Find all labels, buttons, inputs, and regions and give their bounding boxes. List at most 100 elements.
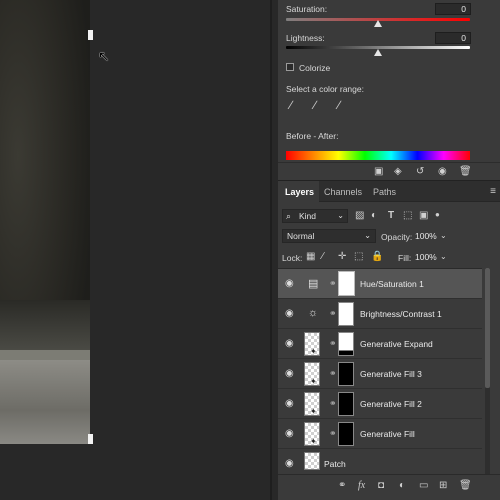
panel-menu-icon[interactable]: ≡: [490, 186, 496, 197]
tab-paths[interactable]: Paths: [373, 187, 396, 197]
layer-row[interactable]: ◉ ✦ ⚭ Generative Fill: [278, 419, 482, 449]
new-layer-icon[interactable]: ⊞: [439, 480, 447, 491]
generative-sparkle-icon: ✦: [310, 347, 317, 356]
opacity-input[interactable]: 100%: [415, 229, 453, 243]
layer-name[interactable]: Generative Fill 2: [360, 399, 422, 409]
layer-thumbnail: ✦: [304, 332, 320, 356]
clip-to-layer-icon[interactable]: ▣: [374, 166, 383, 177]
smart-object-filter-icon[interactable]: ▣: [419, 210, 428, 221]
layers-scrollbar[interactable]: [485, 268, 490, 481]
link-icon[interactable]: ⚭: [329, 338, 337, 349]
layer-thumbnail: ✦: [304, 362, 320, 386]
delete-layer-trash-icon[interactable]: 🗑: [459, 480, 472, 491]
new-adjustment-layer-icon[interactable]: ◐: [399, 480, 405, 491]
eye-icon[interactable]: ◉: [285, 458, 294, 469]
colorize-label: Colorize: [299, 63, 331, 73]
type-filter-icon[interactable]: T: [388, 210, 394, 221]
saturation-input[interactable]: 0: [435, 3, 471, 15]
eyedropper-plus-icon[interactable]: ∕: [314, 98, 316, 112]
fill-chevron-down-icon[interactable]: ⌄: [440, 252, 447, 261]
layer-mask-thumbnail[interactable]: [338, 271, 355, 296]
link-layers-icon[interactable]: ⚭: [338, 480, 346, 491]
layer-name[interactable]: Generative Fill: [360, 429, 415, 439]
lock-position-move-icon[interactable]: ✛: [338, 251, 346, 262]
layer-thumbnail: ✦: [304, 392, 320, 416]
layer-row[interactable]: ◉ ☼ ⚭ Brightness/Contrast 1: [278, 299, 482, 329]
link-icon[interactable]: ⚭: [329, 368, 337, 379]
add-mask-icon[interactable]: ◘: [378, 480, 384, 491]
lock-artboard-icon[interactable]: ⬚: [354, 251, 363, 262]
layer-mask-thumbnail[interactable]: [338, 302, 354, 326]
eye-icon[interactable]: ◉: [285, 428, 294, 439]
after-spectrum: [286, 157, 470, 160]
properties-footer: ▣ ◈ ↺ ◉ 🗑: [278, 162, 500, 180]
link-icon[interactable]: ⚭: [329, 308, 337, 319]
lock-all-icon[interactable]: 🔒: [371, 251, 383, 262]
scrollbar-thumb[interactable]: [485, 268, 490, 388]
layer-name[interactable]: Generative Expand: [360, 339, 433, 349]
layer-name[interactable]: Brightness/Contrast 1: [360, 309, 442, 319]
filter-toggle-icon[interactable]: ●: [435, 210, 440, 219]
brightness-contrast-icon: ☼: [308, 307, 319, 319]
layer-mask-thumbnail[interactable]: [338, 362, 354, 386]
link-icon[interactable]: ⚭: [329, 278, 337, 289]
link-icon[interactable]: ⚭: [329, 428, 337, 439]
layer-row[interactable]: ◉ ✦ ⚭ Generative Fill 2: [278, 389, 482, 419]
chevron-down-icon: ⌄: [337, 211, 344, 220]
tab-layers[interactable]: Layers: [285, 187, 314, 197]
layers-panel: Layers Channels Paths ≡ ⌕ Kind ⌄ ▨ ◐ T ⬚…: [278, 180, 500, 500]
mouse-cursor-icon: ↖: [98, 48, 110, 64]
eyedropper-icon[interactable]: ∕: [290, 98, 292, 112]
saturation-slider-thumb[interactable]: [374, 20, 382, 27]
eye-icon[interactable]: ◉: [285, 368, 294, 379]
tab-channels[interactable]: Channels: [324, 187, 362, 197]
toggle-visibility-eye-icon[interactable]: ◉: [438, 166, 447, 177]
layer-filter-kind-select[interactable]: ⌕ Kind ⌄: [282, 209, 348, 223]
colorize-checkbox[interactable]: [286, 63, 294, 71]
eye-icon[interactable]: ◉: [285, 398, 294, 409]
new-group-folder-icon[interactable]: ▭: [419, 480, 428, 491]
eye-icon[interactable]: ◉: [285, 278, 294, 289]
layer-name[interactable]: Generative Fill 3: [360, 369, 422, 379]
delete-adjustment-trash-icon[interactable]: 🗑: [459, 166, 472, 177]
link-icon[interactable]: ⚭: [329, 398, 337, 409]
opacity-label: Opacity:: [381, 232, 413, 242]
pixel-filter-icon[interactable]: ▨: [355, 210, 364, 221]
layer-name[interactable]: Patch: [324, 459, 346, 469]
lightness-input[interactable]: 0: [435, 32, 471, 44]
layer-thumbnail: [304, 452, 320, 470]
layer-mask-thumbnail[interactable]: [338, 332, 354, 356]
layer-list: ◉ ▤ ⚭ Hue/Saturation 1 ◉ ☼ ⚭ Brightness/…: [278, 268, 482, 481]
fx-icon[interactable]: fx: [358, 480, 365, 491]
adjustment-filter-icon[interactable]: ◐: [371, 210, 377, 221]
shape-filter-icon[interactable]: ⬚: [403, 210, 412, 221]
layer-mask-thumbnail[interactable]: [338, 392, 354, 416]
lock-image-pixels-brush-icon[interactable]: ∕: [322, 251, 324, 262]
eye-icon[interactable]: ◉: [285, 308, 294, 319]
layer-row[interactable]: ◉ ✦ ⚭ Generative Fill 3: [278, 359, 482, 389]
layer-row[interactable]: ◉ ✦ ⚭ Generative Expand: [278, 329, 482, 359]
kind-filter-value: Kind: [299, 211, 317, 221]
color-range-label: Select a color range:: [286, 84, 364, 94]
panel-divider[interactable]: [270, 0, 272, 500]
reset-icon[interactable]: ↺: [416, 166, 424, 177]
generative-sparkle-icon: ✦: [310, 407, 317, 416]
blend-mode-select[interactable]: Normal ⌄: [282, 229, 376, 243]
search-icon: ⌕: [286, 211, 292, 221]
opacity-chevron-down-icon[interactable]: ⌄: [440, 231, 447, 240]
lightness-slider-thumb[interactable]: [374, 49, 382, 56]
layer-row[interactable]: ◉ ▤ ⚭ Hue/Saturation 1: [278, 269, 482, 299]
layers-footer: ⚭ fx ◘ ◐ ▭ ⊞ 🗑: [278, 474, 500, 496]
eye-icon[interactable]: ◉: [285, 338, 294, 349]
properties-panel: Saturation: 0 Lightness: 0 Colorize Sele…: [278, 0, 500, 180]
top-transform-handle[interactable]: [88, 30, 93, 40]
fill-input[interactable]: 100%: [415, 250, 453, 264]
lock-transparent-pixels-icon[interactable]: ▦: [306, 251, 315, 262]
eyedropper-minus-icon[interactable]: ∕: [338, 98, 340, 112]
bottom-transform-handle[interactable]: [88, 434, 93, 444]
layer-name[interactable]: Hue/Saturation 1: [360, 279, 424, 289]
document-canvas[interactable]: [0, 0, 272, 500]
document-image: [0, 0, 90, 444]
view-previous-state-icon[interactable]: ◈: [394, 166, 402, 177]
layer-mask-thumbnail[interactable]: [338, 422, 354, 446]
